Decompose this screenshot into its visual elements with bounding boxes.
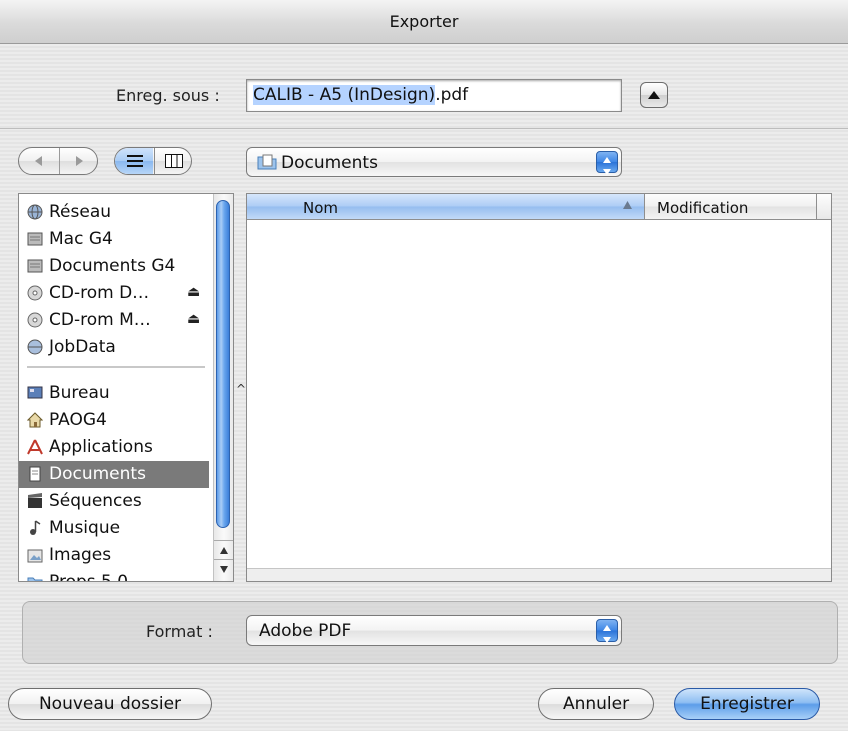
sidebar-scrollbar[interactable] xyxy=(213,194,233,581)
sidebar-item-documents[interactable]: Documents xyxy=(19,461,209,488)
splitter-handle[interactable]: ^ xyxy=(236,382,246,396)
window-title: Exporter xyxy=(389,12,459,31)
back-button[interactable] xyxy=(19,148,58,174)
folder-icon xyxy=(27,577,43,581)
list-view-icon xyxy=(127,155,143,167)
filename-selected-text: CALIB - A5 (InDesign) xyxy=(253,85,436,105)
sort-ascending-icon xyxy=(623,201,632,209)
desktop-icon xyxy=(27,386,43,399)
sidebar-item-paog4[interactable]: PAOG4 xyxy=(19,407,209,434)
save-button[interactable]: Enregistrer xyxy=(674,688,820,720)
export-dialog: Exporter Enreg. sous : CALIB - A5 (InDes… xyxy=(0,0,848,731)
sidebar-item-label: CD-rom M… xyxy=(49,310,151,330)
sidebar-item-label: PAOG4 xyxy=(49,410,107,430)
hard-drive-icon xyxy=(27,259,43,273)
back-arrow-icon xyxy=(35,156,42,166)
sidebar-item-bureau[interactable]: Bureau xyxy=(19,380,209,407)
sidebar-item-sequences[interactable]: Séquences xyxy=(19,488,209,515)
location-popup[interactable]: Documents xyxy=(246,147,622,177)
eject-icon[interactable]: ⏏ xyxy=(187,284,200,300)
sidebar-item-label: Réseau xyxy=(49,202,112,222)
scroll-up-arrow-icon xyxy=(220,547,228,554)
back-forward-control xyxy=(18,147,98,175)
filename-extension: .pdf xyxy=(435,85,469,105)
column-header-label: Nom xyxy=(303,199,339,217)
documents-folder-icon xyxy=(257,154,277,170)
cd-icon xyxy=(27,285,43,301)
view-mode-control xyxy=(114,147,192,175)
format-popup[interactable]: Adobe PDF xyxy=(246,615,622,646)
collapse-dialog-button[interactable] xyxy=(640,82,668,108)
up-down-arrows-icon xyxy=(603,625,611,643)
column-header-filler xyxy=(817,194,831,220)
movies-icon xyxy=(28,493,42,508)
column-header-modification[interactable]: Modification xyxy=(645,194,817,220)
cd-icon xyxy=(27,312,43,328)
scroll-down-arrow-icon xyxy=(220,566,228,573)
sidebar: Réseau Mac G4 Documents G4 CD-rom D… ⏏ C… xyxy=(18,193,234,582)
sidebar-item-label: Applications xyxy=(49,437,153,457)
sidebar-divider xyxy=(27,366,205,368)
applications-icon xyxy=(27,439,43,455)
home-icon xyxy=(27,412,43,428)
sidebar-item-label: Mac G4 xyxy=(49,229,113,249)
format-label: Format : xyxy=(146,622,213,641)
list-view-button[interactable] xyxy=(115,148,153,174)
sidebar-item-applications[interactable]: Applications xyxy=(19,434,209,461)
sidebar-item-label: Musique xyxy=(49,518,121,538)
sidebar-item-jobdata[interactable]: JobData xyxy=(19,334,209,361)
column-header-label: Modification xyxy=(657,199,749,217)
documents-folder-icon xyxy=(29,466,41,482)
new-folder-button[interactable]: Nouveau dossier xyxy=(8,688,212,720)
music-icon xyxy=(30,520,41,535)
sidebar-item-label: Images xyxy=(49,545,112,565)
column-view-icon xyxy=(165,154,183,168)
pictures-icon xyxy=(27,549,43,563)
sidebar-item-label: Props 5.0 xyxy=(49,572,129,582)
scroll-down-button[interactable] xyxy=(214,559,233,580)
scroll-up-button[interactable] xyxy=(214,540,233,559)
separator xyxy=(0,128,848,129)
sidebar-item-cd-rom-m[interactable]: CD-rom M… ⏏ xyxy=(19,307,209,334)
horizontal-scrollbar[interactable] xyxy=(247,568,831,581)
sidebar-item-musique[interactable]: Musique xyxy=(19,515,209,542)
sidebar-item-label: Bureau xyxy=(49,383,110,403)
sidebar-item-label: JobData xyxy=(49,337,116,357)
sidebar-item-label: Séquences xyxy=(49,491,142,511)
popup-arrows xyxy=(596,151,618,175)
sidebar-item-reseau[interactable]: Réseau xyxy=(19,199,209,226)
network-volume-icon xyxy=(27,339,43,355)
column-header-name[interactable]: Nom xyxy=(247,194,645,220)
sidebar-scroll-thumb[interactable] xyxy=(216,200,230,528)
sidebar-item-label: Documents xyxy=(49,464,146,484)
popup-arrows xyxy=(596,619,618,643)
sidebar-item-label: CD-rom D… xyxy=(49,283,150,303)
filename-field[interactable]: CALIB - A5 (InDesign).pdf xyxy=(246,79,622,112)
triangle-up-icon xyxy=(648,91,660,99)
file-browser: Nom Modification xyxy=(246,193,832,582)
column-view-button[interactable] xyxy=(154,148,191,174)
sidebar-item-mac-g4[interactable]: Mac G4 xyxy=(19,226,209,253)
title-bar[interactable]: Exporter xyxy=(0,0,848,44)
hard-drive-icon xyxy=(27,232,43,246)
sidebar-item-documents-g4[interactable]: Documents G4 xyxy=(19,253,209,280)
format-value: Adobe PDF xyxy=(259,621,352,641)
save-as-label: Enreg. sous : xyxy=(116,86,220,105)
sidebar-item-label: Documents G4 xyxy=(49,256,176,276)
sidebar-item-cd-rom-d[interactable]: CD-rom D… ⏏ xyxy=(19,280,209,307)
forward-arrow-icon xyxy=(76,156,83,166)
sidebar-item-images[interactable]: Images xyxy=(19,542,209,569)
location-value: Documents xyxy=(281,153,378,173)
network-icon xyxy=(27,204,43,220)
up-down-arrows-icon xyxy=(603,157,611,175)
cancel-button[interactable]: Annuler xyxy=(538,688,654,720)
eject-icon[interactable]: ⏏ xyxy=(187,311,200,327)
sidebar-item-props[interactable]: Props 5.0 xyxy=(19,569,209,582)
forward-button[interactable] xyxy=(59,148,97,174)
